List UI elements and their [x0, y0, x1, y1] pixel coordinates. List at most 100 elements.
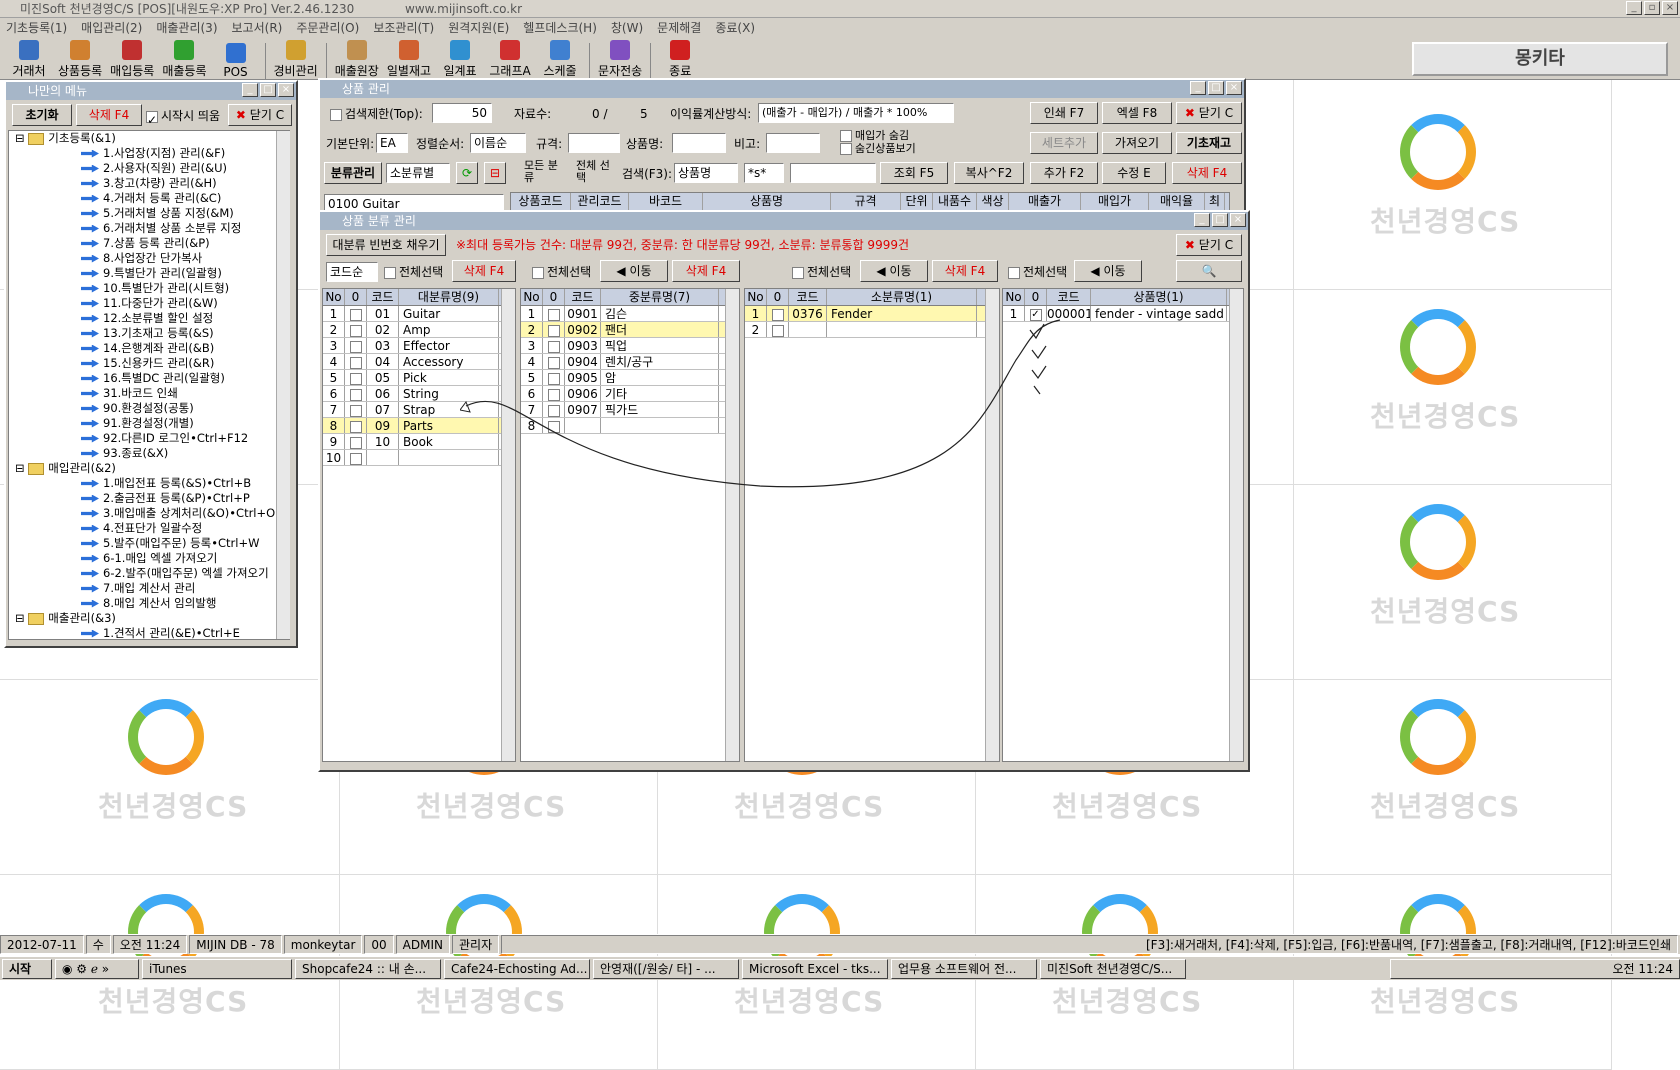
expand-icon[interactable]: ⊟: [15, 461, 28, 475]
tree-item[interactable]: 5.거래처별 상품 지정(&M): [9, 206, 289, 221]
column-header[interactable]: 매출가: [1009, 193, 1081, 210]
tree-item[interactable]: 15.신용카드 관리(&R): [9, 356, 289, 371]
select-all-medium[interactable]: 전체선택: [532, 264, 591, 280]
toolbar-button[interactable]: 매입등록: [106, 39, 158, 79]
spec-input[interactable]: [568, 133, 620, 153]
table-cell[interactable]: [345, 386, 367, 401]
toolbar-button[interactable]: 경비관리: [270, 39, 322, 79]
column-header[interactable]: 매입가: [1081, 193, 1149, 210]
taskbar-task[interactable]: 미진Soft 천년경영C/S...: [1040, 958, 1186, 979]
table-cell[interactable]: [345, 370, 367, 385]
toolbar-button[interactable]: 매출등록: [158, 39, 210, 79]
close-panel-button[interactable]: ×: [1230, 213, 1246, 227]
table-cell[interactable]: [345, 322, 367, 337]
limit-input[interactable]: 50: [432, 103, 492, 123]
checkbox-icon[interactable]: [349, 325, 362, 337]
menu-item[interactable]: 창(W): [611, 18, 643, 38]
checkbox-icon[interactable]: [349, 373, 362, 385]
checkbox-icon[interactable]: [349, 453, 362, 465]
delete-button[interactable]: 삭제 F4: [76, 104, 142, 126]
minimize-button[interactable]: _: [1194, 213, 1210, 227]
show-hidden-checkbox[interactable]: 숨긴상품보기: [840, 141, 916, 157]
tree-item[interactable]: 2.출금전표 등록(&P)•Ctrl+P: [9, 491, 289, 506]
tree-item[interactable]: 93.종료(&X): [9, 446, 289, 461]
taskbar-task[interactable]: 업무용 소프트웨어 전...: [891, 958, 1037, 979]
menu-item[interactable]: 매출관리(3): [156, 18, 217, 38]
tree-item[interactable]: 7.매입 계산서 관리: [9, 581, 289, 596]
taskbar-task[interactable]: 안영재([/원숭/ 타] - ...: [593, 958, 739, 979]
refresh-icon[interactable]: ⟳: [456, 162, 478, 184]
maximize-button[interactable]: □: [1212, 213, 1228, 227]
search-input[interactable]: [790, 163, 876, 183]
checkbox-icon[interactable]: [349, 389, 362, 401]
menu-item[interactable]: 문제해결: [657, 18, 701, 38]
delete-medium-button[interactable]: 삭제 F4: [672, 260, 740, 282]
tree-item[interactable]: 4.전표단가 일괄수정: [9, 521, 289, 536]
close-panel-button[interactable]: ×: [278, 83, 294, 97]
menu-item[interactable]: 보조관리(T): [373, 18, 434, 38]
checkbox-icon[interactable]: [349, 309, 362, 321]
menu-item[interactable]: 종료(X): [715, 18, 755, 38]
delete-large-button[interactable]: 삭제 F4: [452, 260, 516, 282]
restore-button[interactable]: ▫: [1644, 1, 1660, 15]
close-panel-button[interactable]: ×: [1226, 81, 1242, 95]
table-cell[interactable]: [345, 450, 367, 465]
column-header[interactable]: 코드: [367, 289, 399, 305]
tree-item[interactable]: 1.견적서 관리(&E)•Ctrl+E: [9, 626, 289, 639]
select-all-items[interactable]: 전체선택: [1008, 264, 1067, 280]
menu-item[interactable]: 기초등록(1): [6, 18, 67, 38]
toolbar-button[interactable]: 매출원장: [331, 39, 383, 79]
menu-item[interactable]: 원격지원(E): [448, 18, 509, 38]
column-header[interactable]: 매익율: [1149, 193, 1205, 210]
tree-item[interactable]: 92.다른ID 로그인•Ctrl+F12: [9, 431, 289, 446]
query-button[interactable]: 조회 F5: [880, 162, 948, 184]
quick-launch[interactable]: ◉ ⚙ ℯ »: [55, 958, 139, 979]
toolbar-button[interactable]: 그래프A: [485, 39, 535, 79]
table-cell[interactable]: [345, 354, 367, 369]
import-button[interactable]: 가져오기: [1102, 132, 1172, 154]
tree-item[interactable]: 16.특별DC 관리(일괄형): [9, 371, 289, 386]
category-mode-select[interactable]: 소분류별: [386, 163, 450, 183]
checkbox-icon[interactable]: [349, 341, 362, 353]
tree-item[interactable]: 3.매입매출 상계처리(&O)•Ctrl+O: [9, 506, 289, 521]
toolbar-button[interactable]: 일계표: [435, 39, 485, 79]
category-manage-button[interactable]: 분류관리: [324, 162, 382, 184]
tree-item[interactable]: 14.은행계좌 관리(&B): [9, 341, 289, 356]
checkbox-icon[interactable]: [349, 421, 362, 433]
add-button[interactable]: 추가 F2: [1030, 162, 1098, 184]
tree-folder[interactable]: ⊟ 매입관리(&2): [9, 461, 289, 476]
tree-item[interactable]: 2.사용자(직원) 관리(&U): [9, 161, 289, 176]
minimize-button[interactable]: _: [242, 83, 258, 97]
minus-icon[interactable]: ⊟: [484, 162, 506, 184]
move-medium-button[interactable]: ◀ 이동: [600, 260, 668, 282]
menu-item[interactable]: 보고서(R): [232, 18, 283, 38]
table-cell[interactable]: [345, 418, 367, 433]
select-all-small[interactable]: 전체선택: [792, 264, 851, 280]
tree-item[interactable]: 4.거래처 등록 관리(&C): [9, 191, 289, 206]
tree-item[interactable]: 91.환경설정(개별): [9, 416, 289, 431]
close-button[interactable]: ✖ 닫기 C: [1176, 234, 1242, 256]
toolbar-button[interactable]: 상품등록: [54, 39, 106, 79]
menu-item[interactable]: 헬프데스크(H): [523, 18, 597, 38]
search-icon[interactable]: 🔍: [1176, 260, 1242, 282]
set-add-button[interactable]: 세트추가: [1030, 132, 1098, 154]
tree-item[interactable]: 8.매입 계산서 임의발행: [9, 596, 289, 611]
grid-scrollbar[interactable]: [1229, 289, 1243, 761]
delete-small-button[interactable]: 삭제 F4: [932, 260, 998, 282]
tree-item[interactable]: 8.사업장간 단가복사: [9, 251, 289, 266]
column-header[interactable]: 최: [1205, 193, 1225, 210]
column-header[interactable]: 관리코드: [571, 193, 629, 210]
excel-button[interactable]: 엑셀 F8: [1102, 102, 1172, 124]
toolbar-button[interactable]: 종료: [655, 39, 705, 79]
taskbar-task[interactable]: Cafe24-Echosting Ad...: [444, 958, 590, 979]
minimize-button[interactable]: _: [1626, 1, 1642, 15]
tree-item[interactable]: 5.발주(매입주문) 등록•Ctrl+W: [9, 536, 289, 551]
tree-item[interactable]: 7.상품 등록 관리(&P): [9, 236, 289, 251]
all-select-checkbox[interactable]: 전체 선택: [576, 160, 616, 184]
taskbar-task[interactable]: Shopcafe24 :: 내 손...: [295, 958, 441, 979]
tree-item[interactable]: 6.거래처별 상품 소분류 지정: [9, 221, 289, 236]
search-mode-select[interactable]: *s*: [744, 163, 784, 183]
expand-icon[interactable]: ⊟: [15, 611, 28, 625]
maximize-button[interactable]: □: [1208, 81, 1224, 95]
toolbar-button[interactable]: 일별재고: [383, 39, 435, 79]
